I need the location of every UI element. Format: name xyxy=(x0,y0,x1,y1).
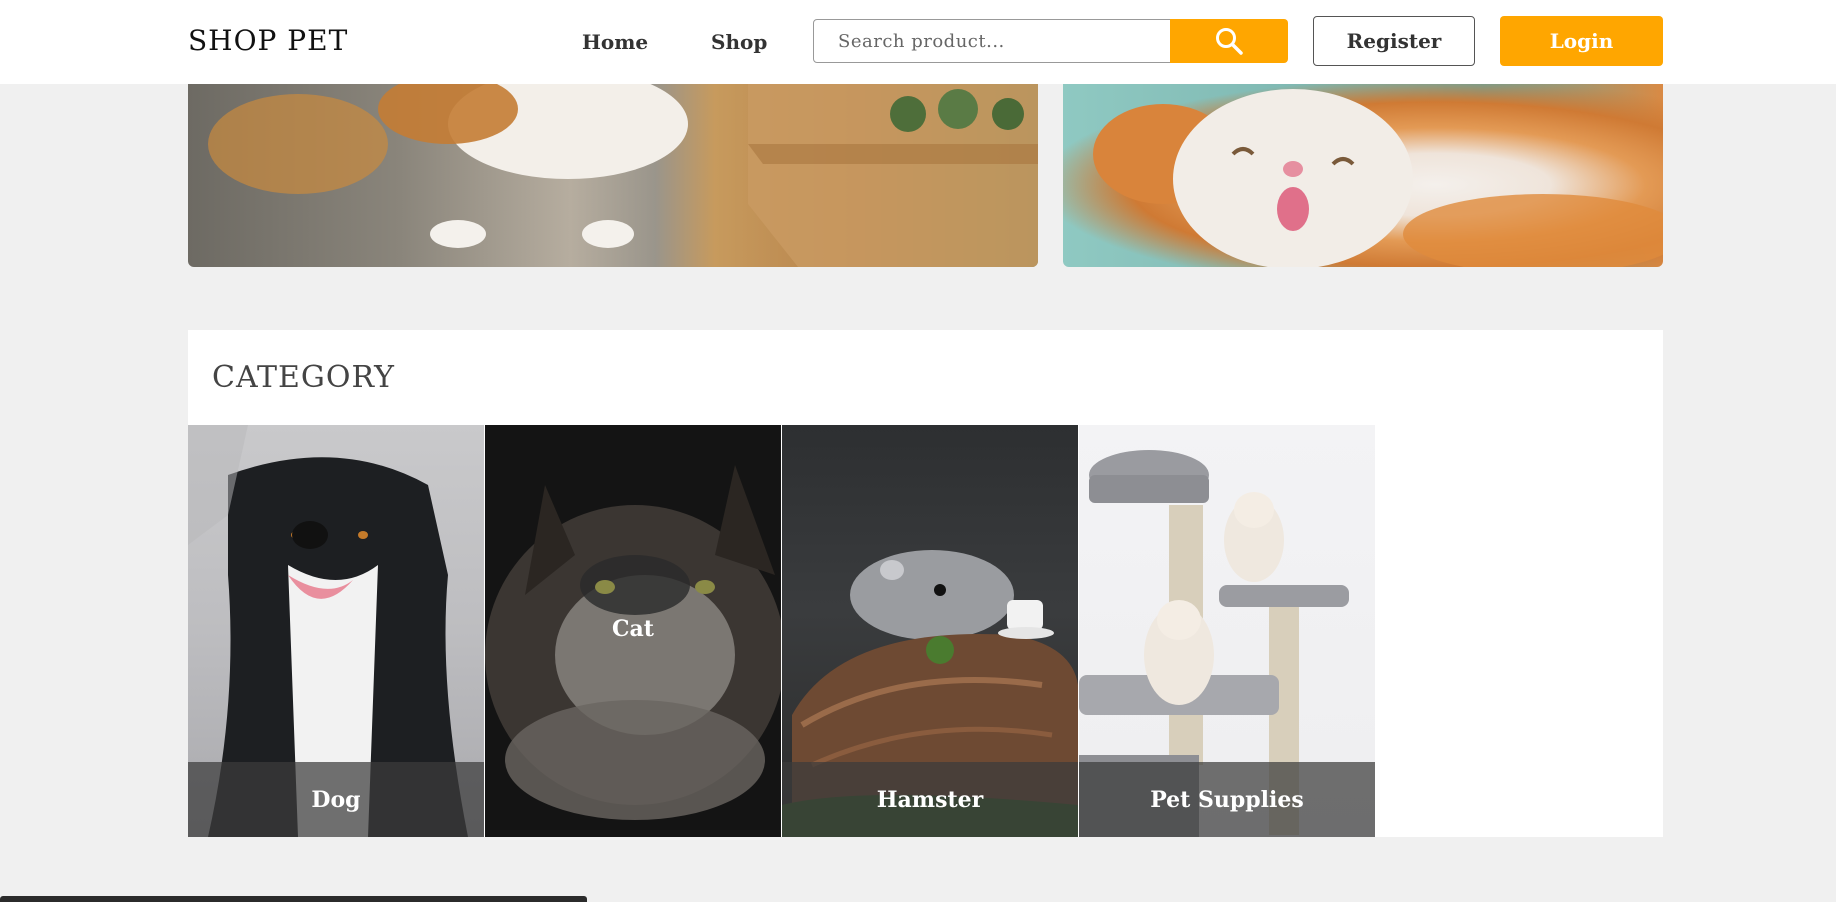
category-card-dog[interactable]: Dog xyxy=(188,425,484,837)
banner-dog-illustration xyxy=(208,84,1038,267)
search-input[interactable] xyxy=(813,19,1171,63)
site-header: SHOP PET Home Shop Register Login xyxy=(0,0,1836,84)
category-card-cat[interactable]: Cat xyxy=(485,425,781,837)
category-card-pet-supplies[interactable]: Pet Supplies xyxy=(1079,425,1375,837)
search-icon xyxy=(1216,28,1243,55)
category-card-label: Hamster xyxy=(782,762,1078,837)
search-button[interactable] xyxy=(1170,19,1288,63)
horizontal-scrollbar[interactable] xyxy=(0,896,587,902)
category-card-hamster[interactable]: Hamster xyxy=(782,425,1078,837)
banner-cat-illustration xyxy=(1093,89,1663,267)
banner-cat-image[interactable] xyxy=(1063,84,1663,267)
category-title: CATEGORY xyxy=(212,360,395,395)
register-button[interactable]: Register xyxy=(1313,16,1475,66)
nav-home-link[interactable]: Home xyxy=(582,30,648,54)
banner-dog-image[interactable] xyxy=(188,84,1038,267)
category-card-label: Pet Supplies xyxy=(1079,762,1375,837)
category-card-label: Cat xyxy=(612,616,654,642)
category-card-label: Dog xyxy=(188,762,484,837)
site-logo[interactable]: SHOP PET xyxy=(188,24,348,57)
login-button[interactable]: Login xyxy=(1500,16,1663,66)
nav-shop-link[interactable]: Shop xyxy=(711,30,767,54)
category-section: CATEGORY Dog Cat Hamster Pet Supplies xyxy=(188,330,1663,837)
